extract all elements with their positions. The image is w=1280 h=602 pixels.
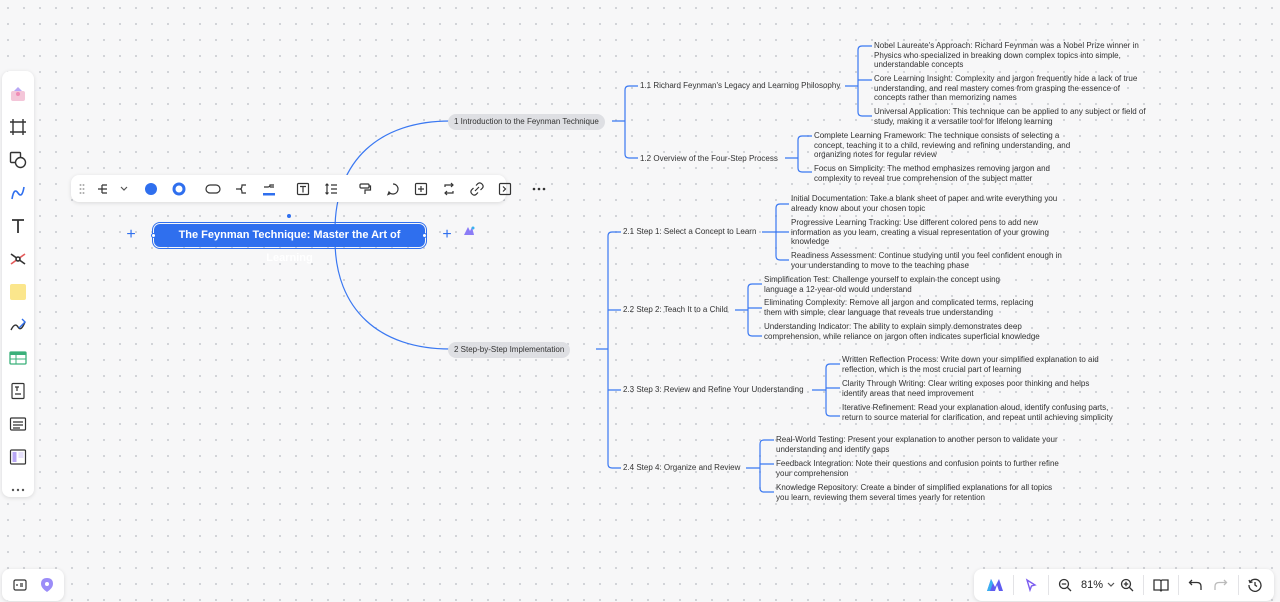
text-icon[interactable]	[2, 209, 34, 242]
location-icon[interactable]	[37, 575, 57, 595]
frame-icon[interactable]	[2, 110, 34, 143]
pen-icon[interactable]	[2, 308, 34, 341]
subtopic-2-2[interactable]: 2.2 Step 2: Teach It to a Child	[623, 305, 728, 315]
kanban-icon[interactable]	[2, 440, 34, 473]
leaf-1-1-1[interactable]: Nobel Laureate's Approach: Richard Feynm…	[874, 41, 1154, 70]
drag-dot[interactable]	[287, 214, 291, 218]
connector-root-branch2	[334, 239, 451, 350]
text-card-icon[interactable]	[2, 374, 34, 407]
node-toolbar	[71, 175, 546, 202]
zoom-level[interactable]: 81%	[1076, 569, 1115, 601]
subtopic-2-4[interactable]: 2.4 Step 4: Organize and Review	[623, 463, 740, 473]
leaf-2-1-3[interactable]: Readiness Assessment: Continue studying …	[791, 251, 1071, 270]
resize-handle-right[interactable]	[422, 233, 427, 238]
border-color-icon[interactable]	[167, 175, 191, 202]
undo-icon[interactable]	[1183, 569, 1208, 601]
branch-style-icon[interactable]	[229, 175, 253, 202]
leaf-2-3-1[interactable]: Written Reflection Process: Write down y…	[842, 355, 1117, 374]
leaf-2-3-2[interactable]: Clarity Through Writing: Clear writing e…	[842, 379, 1112, 398]
drag-handle-icon[interactable]	[77, 175, 87, 202]
line-color-icon[interactable]	[257, 175, 281, 202]
shapes-icon[interactable]	[2, 143, 34, 176]
leaf-2-2-1[interactable]: Simplification Test: Challenge yourself …	[764, 275, 1019, 294]
redo-icon[interactable]	[1208, 569, 1233, 601]
subtopic-2-3[interactable]: 2.3 Step 3: Review and Refine Your Under…	[623, 385, 804, 395]
leaf-2-3-3[interactable]: Iterative Refinement: Read your explanat…	[842, 403, 1127, 422]
chevron-down-icon	[1107, 582, 1115, 587]
fill-color-icon[interactable]	[139, 175, 163, 202]
more-icon[interactable]	[2, 473, 34, 506]
resize-handle-left[interactable]	[151, 233, 156, 238]
templates-icon[interactable]	[2, 77, 34, 110]
connector-sub-2-3	[812, 363, 840, 417]
zoom-in-icon[interactable]	[1116, 569, 1140, 601]
connector-sub-2-1	[762, 203, 789, 261]
subtopic-2-1[interactable]: 2.1 Step 1: Select a Concept to Learn	[623, 227, 756, 237]
connector-sub-1-2	[785, 135, 812, 173]
select-pointer-icon[interactable]	[1018, 569, 1043, 601]
connector-branch2	[596, 231, 621, 469]
layout-icon[interactable]	[91, 175, 115, 202]
leaf-1-1-3[interactable]: Universal Application: This technique ca…	[874, 107, 1154, 126]
format-painter-icon[interactable]	[353, 175, 377, 202]
text-style-icon[interactable]	[291, 175, 315, 202]
zoom-value: 81%	[1080, 579, 1103, 591]
leaf-2-2-3[interactable]: Understanding Indicator: The ability to …	[764, 322, 1044, 341]
leaf-1-1-2[interactable]: Core Learning Insight: Complexity and ja…	[874, 74, 1154, 103]
subtopic-1-1[interactable]: 1.1 Richard Feynman's Legacy and Learnin…	[640, 81, 840, 91]
leaf-2-4-3[interactable]: Knowledge Repository: Create a binder of…	[776, 483, 1061, 502]
branch-1[interactable]: 1 Introduction to the Feynman Technique	[448, 114, 605, 130]
connector-sub-2-4	[746, 439, 774, 493]
link-icon[interactable]	[465, 175, 489, 202]
left-toolbar	[2, 71, 34, 497]
add-right-topic-button[interactable]: +	[439, 227, 455, 243]
add-left-topic-button[interactable]: +	[123, 227, 139, 243]
add-subtopic-icon[interactable]	[409, 175, 433, 202]
connector-branch1	[612, 85, 638, 159]
leaf-2-4-1[interactable]: Real-World Testing: Present your explana…	[776, 435, 1061, 454]
table-icon[interactable]	[2, 341, 34, 374]
leaf-2-1-1[interactable]: Initial Documentation: Take a blank shee…	[791, 194, 1076, 213]
history-icon[interactable]	[1243, 569, 1268, 601]
sticky-note-icon[interactable]	[2, 275, 34, 308]
leaf-1-2-1[interactable]: Complete Learning Framework: The techniq…	[814, 131, 1089, 160]
connector-sub-1-1	[845, 45, 872, 117]
mindmap-icon[interactable]	[2, 242, 34, 275]
ai-assist-icon[interactable]	[462, 224, 476, 238]
root-topic[interactable]: The Feynman Technique: Master the Art of…	[152, 222, 427, 264]
shape-icon[interactable]	[201, 175, 225, 202]
leaf-2-1-2[interactable]: Progressive Learning Tracking: Use diffe…	[791, 218, 1071, 247]
subtopic-1-2[interactable]: 1.2 Overview of the Four-Step Process	[640, 154, 778, 164]
leaf-2-4-2[interactable]: Feedback Integration: Note their questio…	[776, 459, 1061, 478]
bottom-right-controls: 81%	[974, 569, 1274, 601]
comment-icon[interactable]	[381, 175, 405, 202]
bottom-left-controls	[2, 569, 64, 601]
leaf-2-2-2[interactable]: Eliminating Complexity: Remove all jargo…	[764, 298, 1049, 317]
convert-icon[interactable]	[437, 175, 461, 202]
line-spacing-icon[interactable]	[319, 175, 343, 202]
outline-icon[interactable]	[10, 575, 30, 595]
zoom-out-icon[interactable]	[1053, 569, 1077, 601]
expand-icon[interactable]	[493, 175, 517, 202]
chevron-down-icon[interactable]	[119, 175, 129, 202]
more-icon[interactable]	[527, 175, 551, 202]
connector-icon[interactable]	[2, 176, 34, 209]
leaf-1-2-2[interactable]: Focus on Simplicity: The method emphasiz…	[814, 164, 1064, 183]
connector-sub-2-2	[735, 283, 762, 337]
list-icon[interactable]	[2, 407, 34, 440]
ai-logo-icon[interactable]	[980, 569, 1009, 601]
book-icon[interactable]	[1148, 569, 1173, 601]
branch-2[interactable]: 2 Step-by-Step Implementation	[448, 342, 571, 358]
